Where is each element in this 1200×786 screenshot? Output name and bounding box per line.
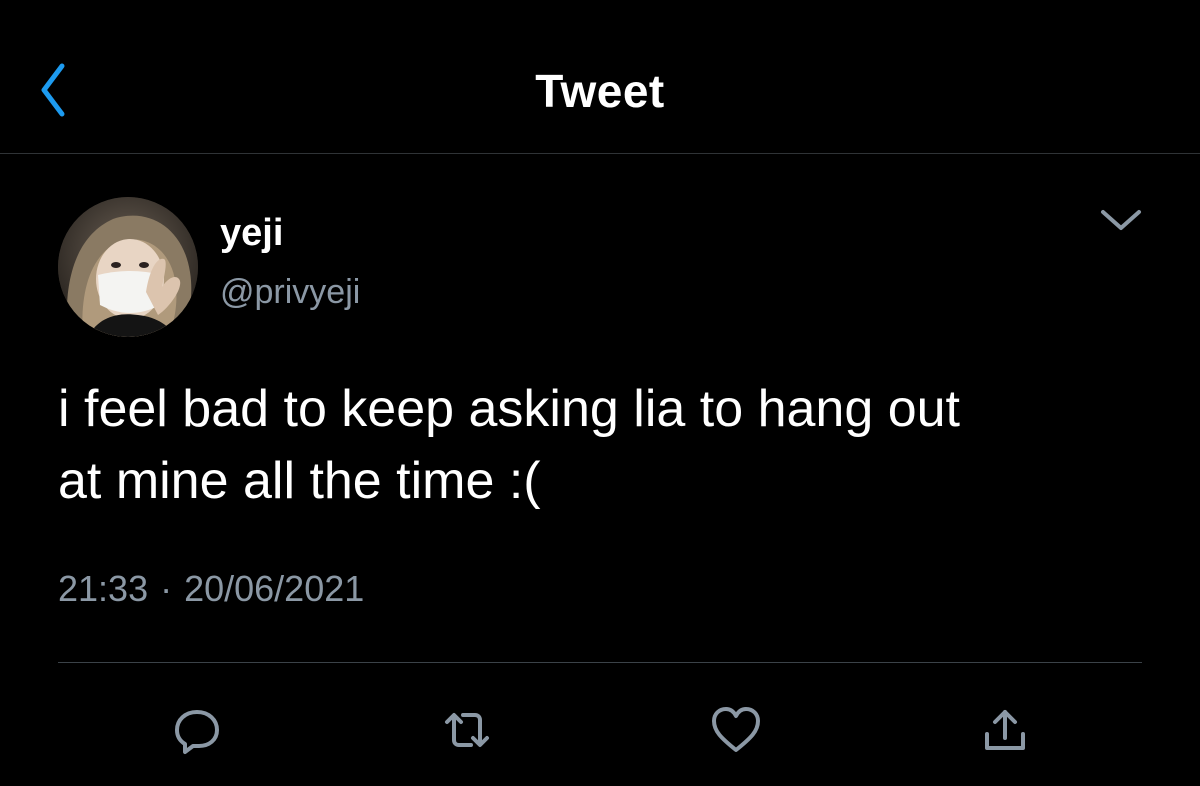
divider — [58, 662, 1142, 663]
page-title: Tweet — [535, 65, 665, 117]
like-button[interactable] — [701, 695, 771, 765]
tweet-detail-screen: Tweet yeji @privyeji i feel bad to keep … — [0, 0, 1200, 786]
avatar-image — [58, 197, 198, 337]
share-icon — [985, 710, 1025, 750]
top-nav-bar: Tweet — [0, 0, 1200, 154]
chevron-down-icon — [1101, 210, 1141, 230]
user-handle[interactable]: @privyeji — [220, 273, 360, 312]
tweet-time: 21:33 — [58, 568, 149, 609]
tweet-text: i feel bad to keep asking lia to hang ou… — [58, 373, 1158, 517]
tweet-timestamp: 21:33 · 20/06/2021 — [58, 568, 364, 610]
retweet-icon — [445, 713, 489, 747]
tweet-text-line: at mine all the time :( — [58, 452, 541, 510]
reply-icon — [175, 710, 219, 754]
more-options-button[interactable] — [1094, 198, 1148, 242]
separator-dot: · — [160, 568, 173, 609]
tweet-date: 20/06/2021 — [184, 568, 365, 609]
heart-icon — [712, 707, 760, 752]
tweet-text-line: i feel bad to keep asking lia to hang ou… — [58, 380, 960, 438]
share-button[interactable] — [970, 695, 1040, 765]
display-name[interactable]: yeji — [220, 212, 283, 255]
tweet-action-bar — [0, 695, 1200, 765]
retweet-button[interactable] — [432, 695, 502, 765]
avatar[interactable] — [58, 197, 198, 337]
reply-button[interactable] — [162, 695, 232, 765]
